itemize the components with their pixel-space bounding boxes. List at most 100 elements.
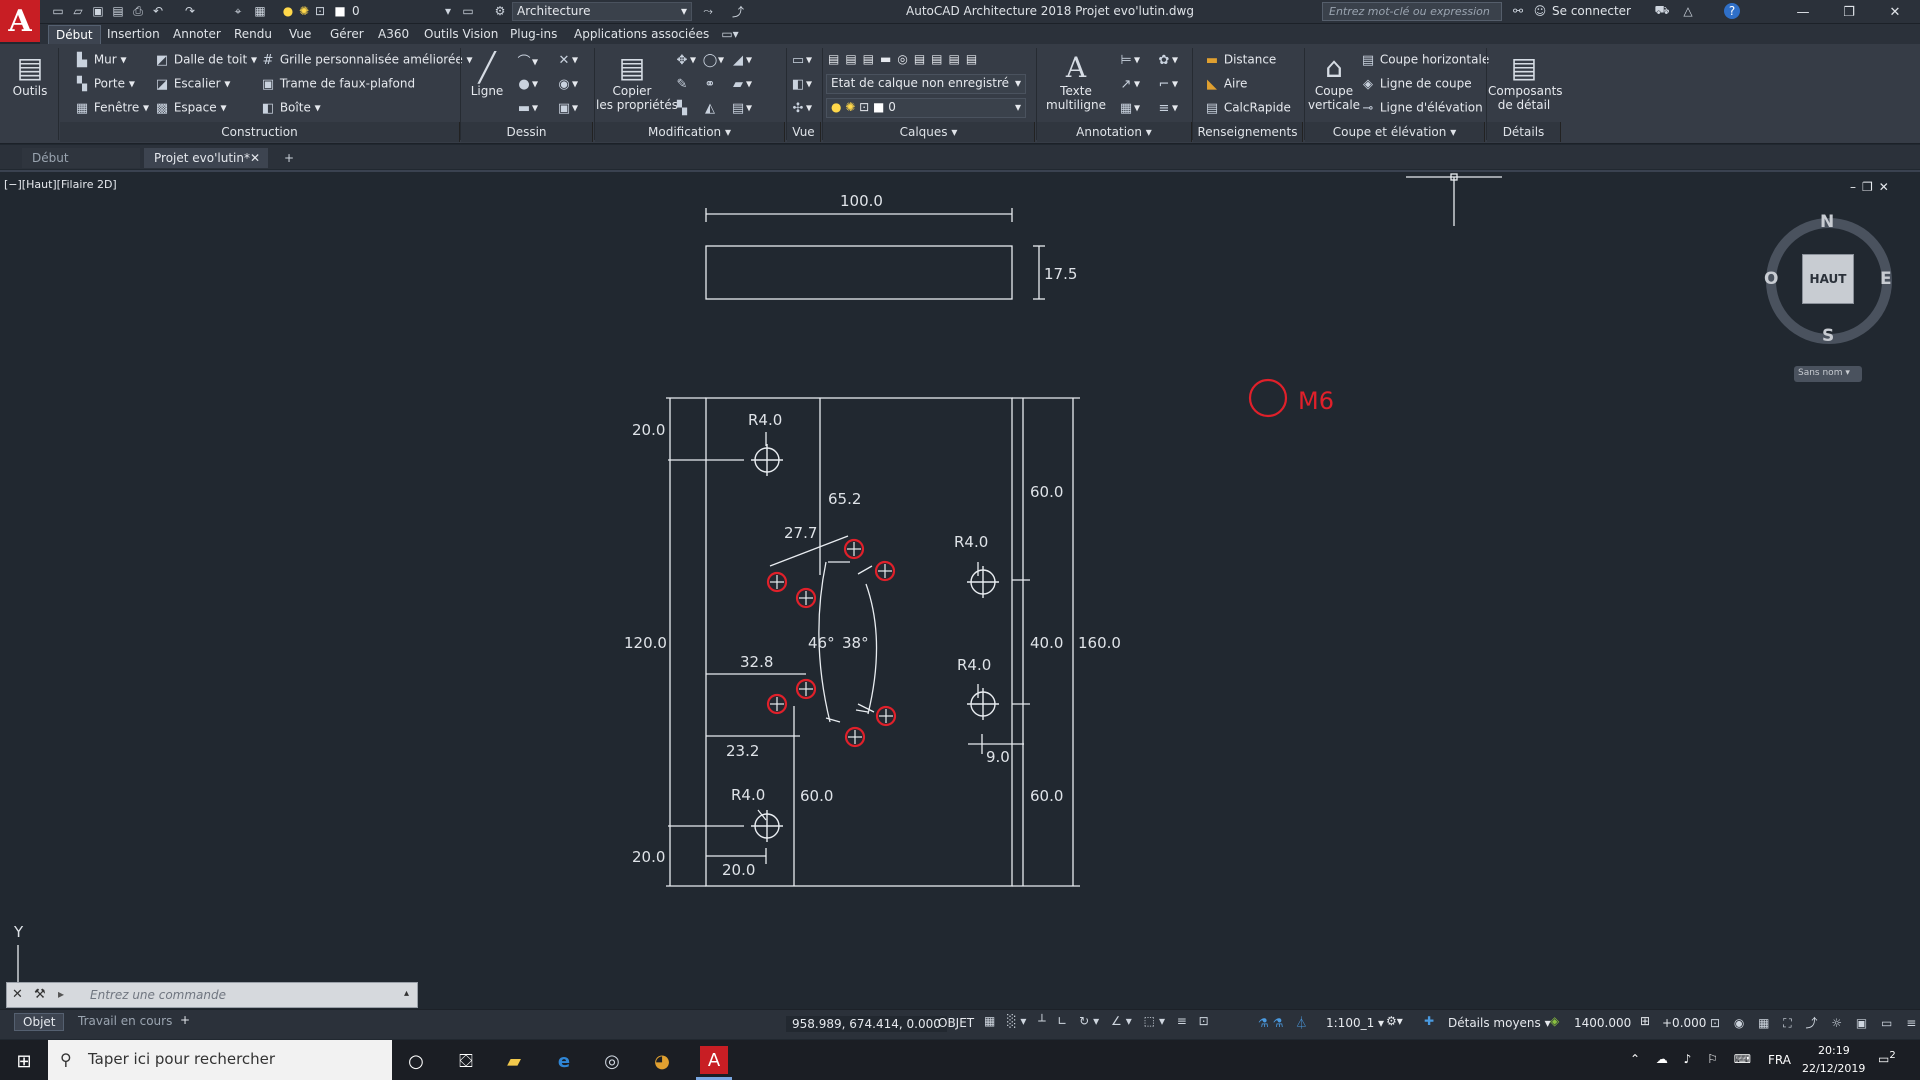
redo-icon[interactable]: ↷: [182, 3, 198, 19]
leader-tool[interactable]: ↗ ▾: [1118, 76, 1140, 92]
coupe-horizontale-button[interactable]: ▤ Coupe horizontale: [1360, 52, 1489, 68]
chevron-down-icon[interactable]: ▾: [440, 3, 456, 19]
annotation-scale[interactable]: 1:100_1 ▾: [1326, 1016, 1384, 1030]
tab-model[interactable]: Objet: [14, 1013, 65, 1031]
leader2-tool[interactable]: ⌐ ▾: [1156, 76, 1178, 92]
rectangle-tool[interactable]: ▬ ▾: [516, 100, 538, 116]
print-icon[interactable]: ⎙: [130, 3, 146, 19]
tab-outils-vision[interactable]: Outils Vision: [424, 27, 498, 41]
tab-a360[interactable]: A360: [378, 27, 409, 41]
explode-tool[interactable]: ▤ ▾: [730, 100, 752, 116]
tab-annoter[interactable]: Annoter: [173, 27, 221, 41]
undo-icon[interactable]: ↶: [150, 3, 166, 19]
panel-renseignements-label[interactable]: Renseignements ▾: [1193, 122, 1303, 159]
application-menu-button[interactable]: A: [0, 0, 40, 42]
tab-active-document[interactable]: Projet evo'lutin* ✕: [144, 148, 268, 168]
ligne-button[interactable]: ╱ Ligne: [466, 50, 508, 99]
panel-construction-label[interactable]: Construction: [60, 122, 460, 142]
edge-icon[interactable]: e: [552, 1049, 576, 1073]
array-tool[interactable]: ▣ ▾: [556, 100, 578, 116]
search-input[interactable]: Entrez mot-clé ou expression: [1322, 2, 1502, 21]
saveas-icon[interactable]: ▤: [110, 3, 126, 19]
rotate-tool[interactable]: ◯▾: [702, 52, 724, 68]
tab-gerer[interactable]: Gérer: [330, 27, 364, 41]
command-history-icon[interactable]: ▴: [404, 988, 409, 999]
panel-dessin-label[interactable]: Dessin: [461, 122, 593, 142]
erase-tool[interactable]: ▰ ▾: [730, 76, 752, 92]
tab-vue[interactable]: Vue: [289, 27, 311, 41]
workspace-select[interactable]: Architecture ▾: [512, 2, 692, 21]
workspace-icon[interactable]: ▭: [460, 3, 476, 19]
taskbar-search[interactable]: Taper ici pour rechercher: [48, 1040, 392, 1080]
view-tool-2[interactable]: ◧ ▾: [790, 76, 812, 92]
copy-tool[interactable]: ✎: [674, 76, 690, 92]
autodesk-icon[interactable]: △: [1680, 3, 1696, 19]
list-tool[interactable]: ≡ ▾: [1156, 100, 1178, 116]
viewcube-top-face[interactable]: HAUT: [1802, 254, 1854, 304]
cart-icon[interactable]: ⛟: [1654, 3, 1670, 19]
panel-calques-label[interactable]: Calques ▾: [823, 122, 1035, 142]
porte-button[interactable]: ▚ Porte ▾: [74, 76, 135, 92]
mirror-tool[interactable]: ⚭: [702, 76, 718, 92]
clock-date[interactable]: 22/12/2019: [1802, 1062, 1865, 1075]
grille-button[interactable]: # Grille personnalisée améliorée ▾: [260, 52, 473, 68]
fillet-tool[interactable]: ◢ ▾: [730, 52, 752, 68]
dimension-tool[interactable]: ⊨ ▾: [1118, 52, 1140, 68]
move-tool[interactable]: ✥ ▾: [674, 52, 696, 68]
folder-icon[interactable]: ▰: [502, 1049, 526, 1073]
copier-proprietes-button[interactable]: ▤ Copier les propriétés: [596, 50, 678, 113]
dalle-button[interactable]: ◩ Dalle de toit ▾: [154, 52, 257, 68]
panel-coupe-label[interactable]: Coupe et élévation ▾: [1305, 122, 1485, 142]
boite-button[interactable]: ◧ Boîte ▾: [260, 100, 321, 116]
table-tool[interactable]: ▦ ▾: [1118, 100, 1140, 116]
command-prompt-icon[interactable]: ▸: [58, 987, 64, 1001]
restore-icon[interactable]: ❐: [1826, 0, 1872, 24]
minimize-icon[interactable]: —: [1780, 0, 1826, 24]
user-icon[interactable]: ☺: [1532, 3, 1548, 19]
trim-tool[interactable]: ✕ ▾: [556, 52, 578, 68]
escalier-button[interactable]: ◪ Escalier ▾: [154, 76, 231, 92]
properties-icon[interactable]: ▦: [252, 3, 268, 19]
wrench-icon[interactable]: ⚒: [34, 987, 46, 1002]
drafting-toggles[interactable]: ▦ ░▾ ┴ ∟ ↻▾ ∠▾ ⬚▾ ≡ ⊡: [984, 1014, 1213, 1028]
layer-select[interactable]: ● ✺ ⊡ ■ 0 ▾: [826, 98, 1026, 118]
scale-tool[interactable]: ◭: [702, 100, 718, 116]
signin-button[interactable]: Se connecter: [1552, 4, 1631, 18]
detail-level-select[interactable]: Détails moyens ▾: [1448, 1016, 1551, 1030]
outils-button[interactable]: ▤ Outils: [6, 50, 54, 99]
command-input[interactable]: Entrez une commande: [90, 988, 226, 1002]
task-view-icon[interactable]: ○: [404, 1049, 428, 1073]
panel-options-icon[interactable]: ▭▾: [721, 26, 738, 42]
gear-icon[interactable]: ⚙: [492, 3, 508, 19]
add-layout-button[interactable]: +: [180, 1013, 190, 1027]
layer-on-icon[interactable]: ●: [280, 3, 296, 19]
store-icon[interactable]: ⛋: [454, 1049, 478, 1073]
layer-tools-row[interactable]: ▤▤▤▬◎▤▤▤▤: [828, 52, 983, 66]
tab-insertion[interactable]: Insertion: [107, 27, 160, 41]
steam-icon[interactable]: ◎: [600, 1049, 624, 1073]
stretch-tool[interactable]: ▚: [674, 100, 690, 116]
elevation-value[interactable]: 1400.000: [1574, 1016, 1631, 1030]
polyline-tool[interactable]: ⌒ ▾: [516, 52, 538, 70]
coupe-verticale-button[interactable]: ⌂ Coupe verticale: [1306, 50, 1362, 113]
language-indicator[interactable]: FRA: [1768, 1053, 1791, 1067]
save-icon[interactable]: ▣: [90, 3, 106, 19]
notifications-icon[interactable]: ▭2: [1878, 1050, 1896, 1066]
open-icon[interactable]: ▱: [70, 3, 86, 19]
help-icon[interactable]: ?: [1724, 3, 1740, 19]
plus-icon[interactable]: ✚: [1424, 1014, 1434, 1028]
sync-icon[interactable]: ⤴: [730, 3, 746, 19]
coordinates-readout[interactable]: 958.989, 674.414, 0.000: [786, 1016, 947, 1032]
ligne-elevation-button[interactable]: ⊸ Ligne d'élévation: [1360, 100, 1483, 116]
panel-vue-label[interactable]: Vue: [787, 122, 821, 142]
panel-modification-label[interactable]: Modification ▾: [595, 122, 785, 142]
close-tab-icon[interactable]: ✕: [250, 148, 260, 168]
compass-north[interactable]: N: [1820, 212, 1834, 232]
clock-time[interactable]: 20:19: [1818, 1044, 1850, 1057]
new-icon[interactable]: ▭: [50, 3, 66, 19]
sun-icon[interactable]: ✺: [296, 3, 312, 19]
fenetre-button[interactable]: ▦ Fenêtre ▾: [74, 100, 149, 116]
texte-multiligne-button[interactable]: A Texte multiligne: [1044, 50, 1108, 113]
tab-plugins[interactable]: Plug-ins: [510, 27, 557, 41]
circle-tool[interactable]: ● ▾: [516, 76, 538, 92]
